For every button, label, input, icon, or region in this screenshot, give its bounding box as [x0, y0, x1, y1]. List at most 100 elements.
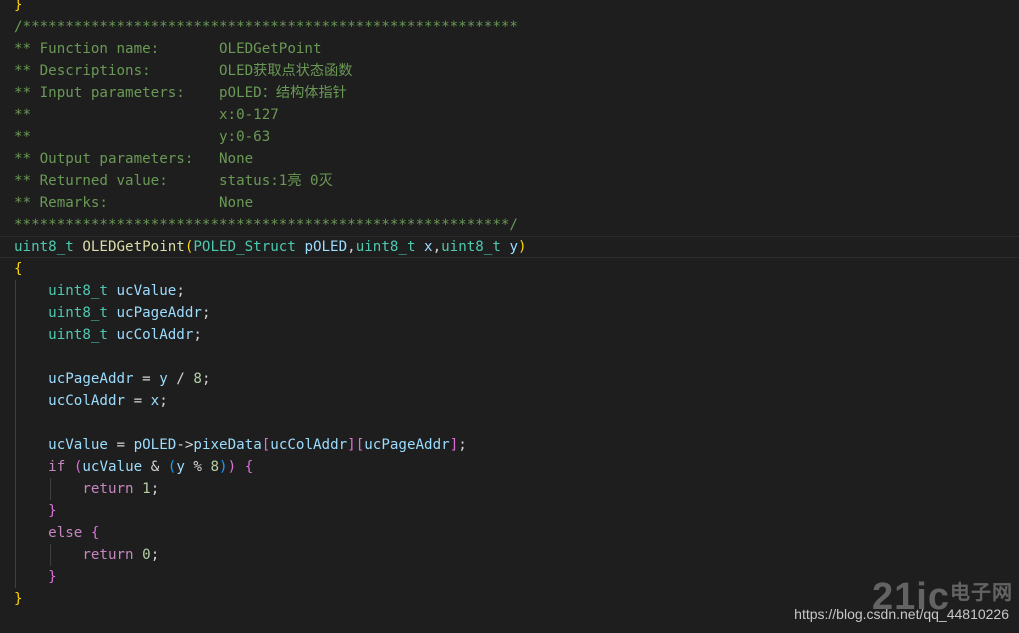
code-line[interactable]: ** Output parameters: None: [14, 148, 1019, 170]
code-token: /: [167, 371, 194, 387]
code-token: ** y:0-63: [14, 129, 271, 145]
code-line[interactable]: else {: [14, 522, 1019, 544]
code-token: ;: [201, 305, 211, 321]
code-token: ucColAddr: [270, 437, 348, 453]
code-token: ** Function name: OLEDGetPoint: [14, 41, 322, 57]
code-token: y: [159, 371, 168, 387]
code-token: {: [244, 459, 254, 475]
code-token: ;: [201, 371, 211, 387]
code-token: &: [142, 459, 168, 475]
code-token: ;: [176, 283, 185, 299]
code-line[interactable]: ucPageAddr = y / 8;: [14, 368, 1019, 390]
code-line[interactable]: ** y:0-63: [14, 126, 1019, 148]
code-line[interactable]: }: [14, 500, 1019, 522]
code-token: ** x:0-127: [14, 107, 279, 123]
code-line[interactable]: uint8_t ucPageAddr;: [14, 302, 1019, 324]
code-line[interactable]: [14, 412, 1019, 434]
code-token: =: [133, 371, 160, 387]
code-line[interactable]: ** Remarks: None: [14, 192, 1019, 214]
code-line[interactable]: ** Input parameters: pOLED：结构体指针: [14, 82, 1019, 104]
code-line[interactable]: uint8_t ucValue;: [14, 280, 1019, 302]
code-token: y: [176, 459, 185, 475]
code-token: OLEDGetPoint: [82, 239, 185, 255]
code-token: ** Input parameters: pOLED：结构体指针: [14, 85, 347, 101]
code-token: POLED_Struct: [193, 239, 296, 255]
code-token: {: [90, 525, 100, 541]
code-token: ucPageAddr: [48, 371, 134, 387]
code-token: ** Output parameters: None: [14, 151, 254, 167]
code-token: uint8_t: [14, 239, 74, 255]
code-line[interactable]: ucValue = pOLED->pixeData[ucColAddr][ucP…: [14, 434, 1019, 456]
code-token: uint8_t: [355, 239, 416, 255]
code-token: ** Descriptions: OLED获取点状态函数: [14, 63, 353, 79]
code-token: uint8_t: [48, 305, 108, 321]
code-line[interactable]: ** Returned value: status:1亮 0灭: [14, 170, 1019, 192]
code-line[interactable]: return 0;: [14, 544, 1019, 566]
code-token: return: [82, 547, 134, 563]
code-line[interactable]: ucColAddr = x;: [14, 390, 1019, 412]
code-token: x: [424, 239, 433, 255]
code-token: ]: [347, 437, 356, 453]
code-token: ;: [150, 481, 160, 497]
code-token: ;: [159, 393, 168, 409]
code-token: }: [14, 0, 23, 13]
code-token: y: [509, 239, 519, 255]
code-token: ucValue: [116, 283, 177, 299]
code-token: ,: [432, 239, 442, 255]
code-line[interactable]: ****************************************…: [14, 214, 1019, 236]
code-token: ,: [347, 239, 356, 255]
code-token: ->: [176, 437, 194, 453]
code-token: ****************************************…: [14, 217, 518, 233]
code-line[interactable]: uint8_t ucColAddr;: [14, 324, 1019, 346]
code-token: }: [48, 503, 57, 519]
code-token: if: [48, 459, 66, 475]
code-token: ucPageAddr: [116, 305, 202, 321]
code-token: pOLED: [133, 437, 177, 453]
code-editor[interactable]: }/**************************************…: [0, 0, 1019, 633]
code-line[interactable]: ** x:0-127: [14, 104, 1019, 126]
code-token: 8: [193, 371, 202, 387]
code-token: ** Remarks: None: [14, 195, 254, 211]
code-token: ): [518, 239, 527, 255]
code-token: ucValue: [48, 437, 108, 453]
code-token: else: [48, 525, 83, 541]
code-token: pixeData: [193, 437, 262, 453]
code-token: ucPageAddr: [364, 437, 450, 453]
code-token: ): [219, 459, 228, 475]
code-token: {: [14, 261, 23, 277]
code-line[interactable]: if (ucValue & (y % 8)) {: [14, 456, 1019, 478]
code-line[interactable]: ** Descriptions: OLED获取点状态函数: [14, 60, 1019, 82]
code-token: 0: [142, 547, 151, 563]
code-token: =: [107, 437, 134, 453]
code-line[interactable]: /***************************************…: [14, 16, 1019, 38]
code-line[interactable]: uint8_t OLEDGetPoint(POLED_Struct pOLED,…: [14, 236, 1019, 258]
code-token: /***************************************…: [14, 19, 518, 35]
code-token: ucColAddr: [48, 393, 126, 409]
code-token: 1: [142, 481, 151, 497]
code-token: }: [14, 591, 23, 607]
code-token: [: [261, 437, 271, 453]
code-line[interactable]: return 1;: [14, 478, 1019, 500]
code-line[interactable]: }: [14, 0, 1019, 16]
code-line[interactable]: [14, 346, 1019, 368]
code-line[interactable]: ** Function name: OLEDGetPoint: [14, 38, 1019, 60]
code-token: %: [184, 459, 211, 475]
code-token: uint8_t: [441, 239, 501, 255]
code-line[interactable]: {: [14, 258, 1019, 280]
code-token: x: [150, 393, 160, 409]
code-token: [: [355, 437, 365, 453]
